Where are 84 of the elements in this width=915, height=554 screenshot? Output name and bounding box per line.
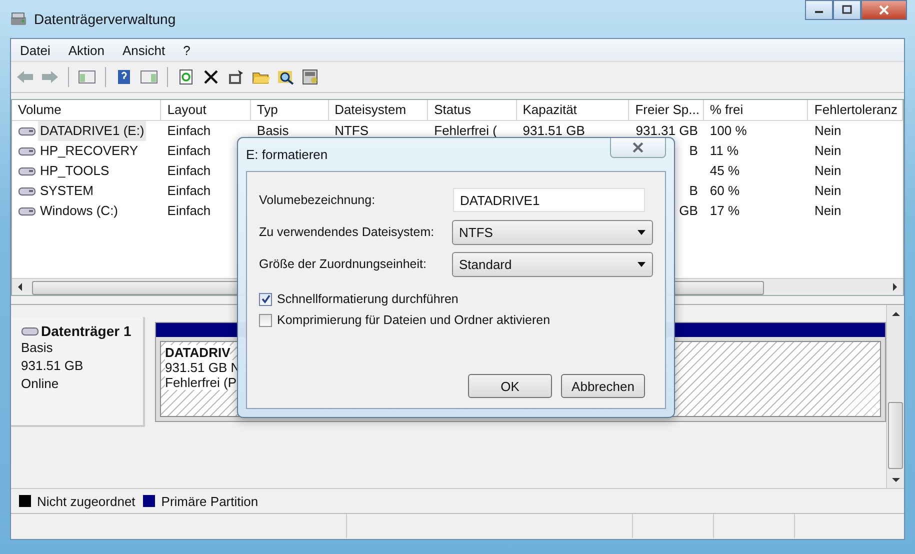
dialog-button[interactable]: Abbrechen (561, 374, 645, 398)
table-cell-text: NTFS (334, 122, 369, 140)
table-cell-text: Einfach (167, 122, 211, 140)
table-cell-text: Fehlerfrei ( (434, 122, 497, 140)
disk-status: Online (21, 375, 60, 393)
close-button[interactable] (861, 0, 907, 20)
table-cell-text: Nein (814, 142, 842, 160)
partition-status: Fehlerfrei (P (165, 375, 239, 390)
disk-type: Basis (21, 339, 54, 357)
table-cell-text: 931.51 GB (522, 122, 585, 140)
drive-icon (21, 326, 39, 336)
checkbox[interactable] (259, 292, 272, 306)
table-cell-text: Einfach (167, 182, 211, 200)
column-header[interactable]: Status (428, 100, 517, 120)
volume-name[interactable]: HP_TOOLS (38, 161, 112, 181)
volume-name[interactable]: Windows (C:) (38, 201, 120, 221)
checkbox[interactable] (259, 314, 272, 326)
disk-size: 931.51 GB (21, 357, 84, 375)
table-cell-text: Einfach (167, 202, 211, 220)
dropdown[interactable]: Standard (452, 252, 653, 276)
dialog-button[interactable]: OK (468, 374, 552, 398)
minimize-button[interactable] (805, 0, 833, 20)
table-cell-text: 11 % (710, 142, 739, 160)
drive-icon (18, 146, 36, 156)
menu-item[interactable]: Datei (11, 42, 60, 58)
drive-icon (18, 206, 36, 216)
dialog-title: E: formatieren (246, 147, 328, 162)
table-cell-text: 100 % (710, 122, 747, 140)
table-cell-text: Einfach (167, 142, 211, 160)
maximize-button[interactable] (833, 0, 861, 20)
table-cell-text: B (689, 182, 698, 200)
menu-item[interactable]: Aktion (59, 42, 114, 58)
table-cell-text: Nein (814, 182, 842, 200)
column-header[interactable]: Typ (250, 100, 329, 120)
maximize-icon (842, 5, 852, 15)
column-header[interactable]: Layout (161, 100, 251, 120)
table-cell-text: B (689, 142, 698, 160)
column-header[interactable]: Dateisystem (328, 100, 428, 120)
delete-icon[interactable] (201, 69, 221, 85)
caret-icon (637, 230, 646, 234)
volume-name[interactable]: HP_RECOVERY (38, 141, 140, 161)
close-icon (879, 5, 889, 15)
drive-icon (18, 186, 36, 196)
panel-icon[interactable] (77, 69, 97, 85)
table-cell-text: Nein (814, 122, 842, 140)
checkbox-label: Komprimierung für Dateien und Ordner aktivieren (277, 313, 550, 327)
close-button[interactable] (610, 138, 666, 158)
column-header[interactable]: Kapazität (516, 100, 630, 120)
search-icon[interactable] (276, 69, 296, 85)
drive-icon (18, 166, 36, 176)
table-cell-text: Nein (814, 162, 842, 180)
column-header[interactable]: Fehlertoleranz (808, 100, 903, 120)
field-label: Größe der Zuordnungseinheit: (259, 257, 428, 271)
table-cell-text: Basis (256, 122, 289, 140)
field-label: Zu verwendendes Dateisystem: (259, 225, 436, 239)
drive-icon (18, 126, 36, 136)
input-field[interactable]: DATADRIVE1 (453, 188, 645, 212)
caret-icon (637, 262, 646, 266)
panel-icon[interactable] (139, 69, 159, 85)
table-cell-text: Nein (814, 202, 842, 220)
volume-name[interactable]: DATADRIVE1 (E:) (38, 121, 146, 141)
legend-label: Nicht zugeordnet (37, 494, 136, 508)
scrollbar-thumb[interactable] (888, 402, 903, 469)
menu-item[interactable]: Ansicht (114, 42, 174, 58)
dropdown[interactable]: NTFS (452, 220, 653, 244)
menu-item[interactable]: ? (174, 42, 200, 58)
column-header[interactable]: Volume (12, 100, 162, 120)
close-icon (631, 142, 645, 153)
table-cell-text: 17 % (710, 202, 740, 220)
field-label: Volumebezeichnung: (259, 193, 376, 207)
disk-management-icon (10, 11, 28, 27)
window-title: Datenträgerverwaltung (34, 11, 176, 27)
checkbox-label: Schnellformatierung durchführen (277, 292, 458, 306)
table-cell-text: 60 % (710, 182, 740, 200)
table-cell-text: Einfach (167, 162, 211, 180)
legend-label: Primäre Partition (161, 494, 258, 508)
table-cell-text: 45 % (710, 162, 740, 180)
partition-name: DATADRIV (165, 345, 230, 360)
volume-name[interactable]: SYSTEM (38, 181, 96, 201)
table-cell-text: GB (679, 202, 698, 220)
disk-name: Datenträger 1 (41, 323, 132, 339)
table-cell-text: 931.31 GB (636, 122, 698, 140)
column-header[interactable]: Freier Sp... (629, 100, 704, 120)
column-header[interactable]: % frei (704, 100, 808, 120)
